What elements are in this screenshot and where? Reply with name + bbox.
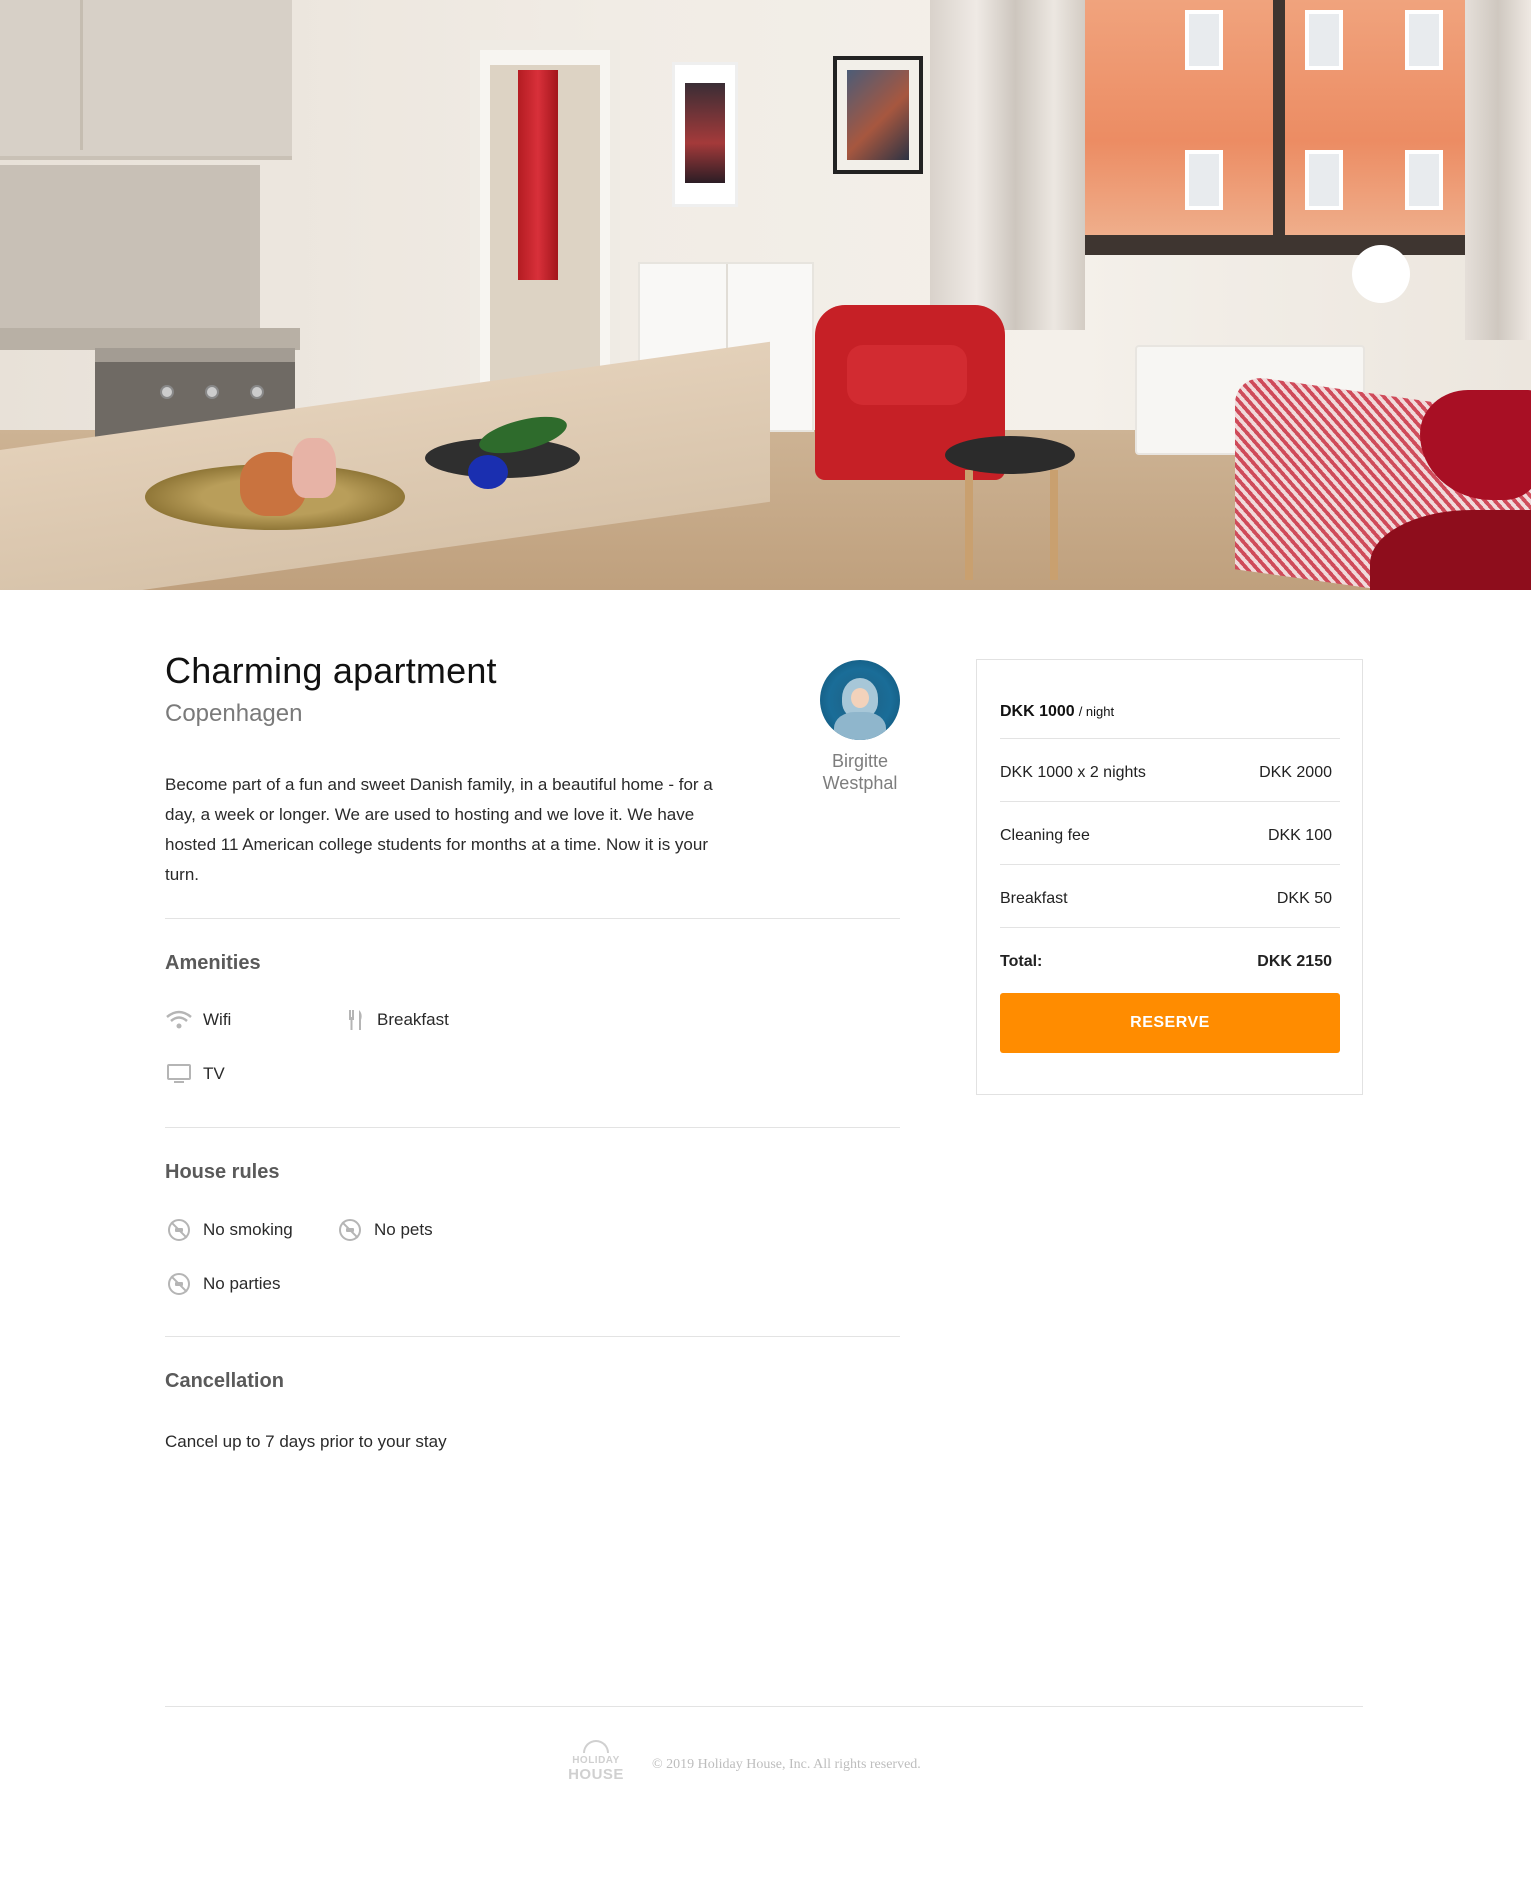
- amenity-item: Breakfast: [345, 1008, 449, 1032]
- sun-icon: [583, 1740, 609, 1753]
- logo-text-bottom: HOUSE: [568, 1766, 624, 1783]
- row-label: DKK 1000 x 2 nights: [1000, 764, 1146, 781]
- row-value: DKK 2000: [1259, 764, 1332, 781]
- cancellation-title: Cancellation: [165, 1370, 284, 1392]
- rule-label: No smoking: [203, 1220, 293, 1239]
- total-value: DKK 2150: [1257, 953, 1332, 970]
- amenities-title: Amenities: [165, 952, 261, 974]
- section-divider: [165, 1127, 900, 1128]
- rule-item: No pets: [336, 1218, 433, 1242]
- rule-item: No parties: [165, 1272, 280, 1296]
- row-divider: [1000, 738, 1340, 739]
- listing-city: Copenhagen: [165, 700, 303, 727]
- holiday-house-logo[interactable]: HOLIDAY HOUSE: [567, 1740, 625, 1792]
- no-smoking-icon: [165, 1218, 193, 1242]
- cutlery-icon: [345, 1008, 367, 1032]
- avatar[interactable]: [820, 660, 900, 740]
- reserve-button[interactable]: RESERVE: [1000, 993, 1340, 1053]
- row-value: DKK 50: [1276, 890, 1332, 907]
- row-divider: [1000, 864, 1340, 865]
- section-divider: [165, 918, 900, 919]
- host-name: Birgitte Westphal: [822, 751, 898, 793]
- no-parties-icon: [165, 1272, 193, 1296]
- rule-label: No parties: [203, 1274, 281, 1293]
- row-divider: [1000, 801, 1340, 802]
- total-label: Total:: [1000, 953, 1043, 970]
- rule-item: No smoking: [165, 1218, 293, 1242]
- amenity-label: Breakfast: [377, 1010, 449, 1029]
- no-pets-icon: [336, 1218, 364, 1242]
- amenity-label: Wifi: [203, 1010, 232, 1029]
- price-value: DKK 1000: [1000, 703, 1075, 720]
- listing-title: Charming apartment: [165, 650, 497, 691]
- amenity-label: TV: [203, 1064, 225, 1083]
- row-label: Breakfast: [1000, 890, 1068, 907]
- tv-icon: [165, 1062, 193, 1086]
- listing-hero-image: [0, 0, 1531, 590]
- section-divider: [165, 1336, 900, 1337]
- booking-card: DKK 1000/ night DKK 1000 x 2 nights DKK …: [976, 659, 1363, 1095]
- amenity-item: TV: [165, 1062, 225, 1086]
- price-row-nights: DKK 1000 x 2 nights DKK 2000: [1000, 764, 1340, 782]
- price-row-total: Total: DKK 2150: [1000, 953, 1340, 971]
- row-divider: [1000, 927, 1340, 928]
- house-rules-title: House rules: [165, 1161, 280, 1183]
- image-toggle-button[interactable]: [1352, 245, 1410, 303]
- price-row-cleaning: Cleaning fee DKK 100: [1000, 827, 1340, 845]
- row-value: DKK 100: [1267, 827, 1332, 844]
- price-unit: / night: [1078, 704, 1115, 719]
- amenity-item: Wifi: [165, 1008, 231, 1032]
- footer-divider: [165, 1706, 1363, 1707]
- listing-description: Become part of a fun and sweet Danish fa…: [165, 775, 713, 884]
- copyright-text: © 2019 Holiday House, Inc. All rights re…: [652, 1757, 921, 1772]
- wifi-icon: [165, 1008, 193, 1032]
- row-label: Cleaning fee: [1000, 827, 1090, 844]
- price-row-breakfast: Breakfast DKK 50: [1000, 890, 1340, 908]
- host-profile[interactable]: Birgitte Westphal: [805, 660, 915, 794]
- cancellation-policy: Cancel up to 7 days prior to your stay: [165, 1432, 447, 1451]
- rule-label: No pets: [374, 1220, 433, 1239]
- nightly-price: DKK 1000/ night: [1000, 703, 1114, 721]
